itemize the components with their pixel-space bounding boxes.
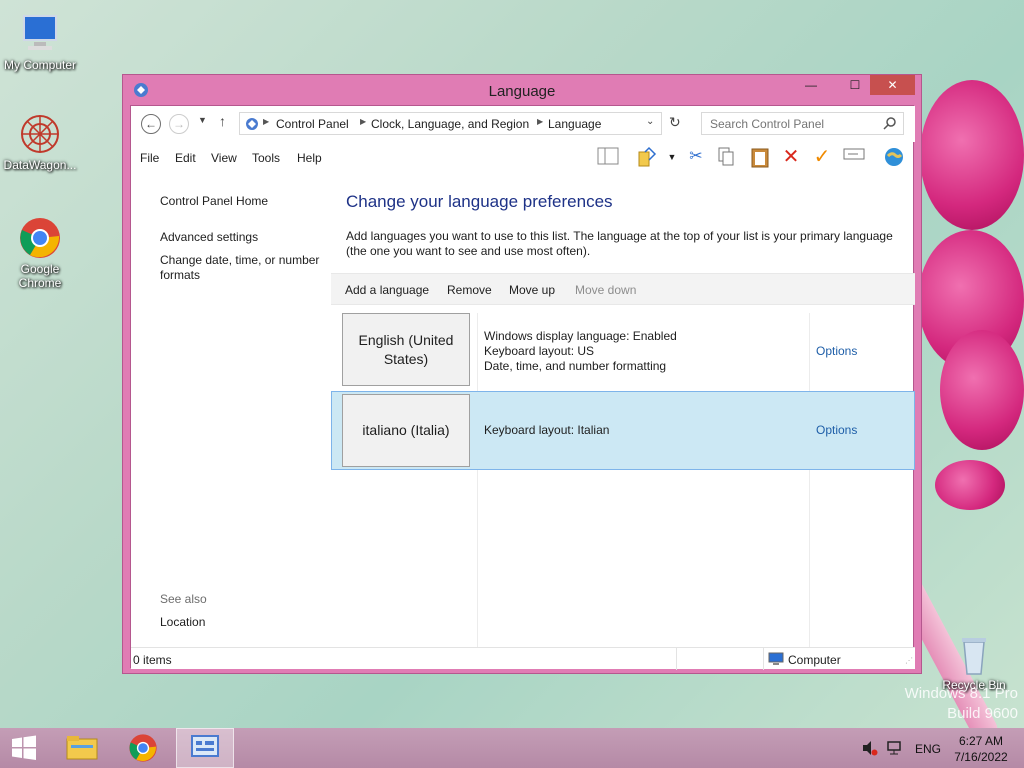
recycle-bin-icon: [952, 632, 996, 676]
breadcrumb-language[interactable]: Language: [548, 117, 601, 131]
remove-button[interactable]: Remove: [447, 283, 492, 297]
taskbar: ENG 6:27 AM 7/16/2022: [0, 728, 1024, 768]
language-indicator[interactable]: ENG: [915, 742, 941, 768]
taskbar-control-panel[interactable]: [176, 728, 234, 768]
language-tile-italiano[interactable]: italiano (Italia): [342, 394, 470, 467]
status-divider: [676, 648, 677, 670]
clock-date: 7/16/2022: [954, 750, 1008, 764]
minimize-button[interactable]: —: [799, 75, 823, 95]
menu-tools[interactable]: Tools: [252, 151, 280, 165]
computer-icon: [18, 12, 62, 56]
address-bar-row: ← → ▼ ↑ ▶ Control Panel ▶ Clock, Languag…: [131, 106, 915, 142]
language-detail: Keyboard layout: Italian: [484, 423, 610, 437]
maximize-button[interactable]: ☐: [843, 75, 867, 95]
datawagon-icon: [18, 112, 62, 156]
advanced-settings-link[interactable]: Advanced settings: [160, 230, 258, 245]
language-detail: Windows display language: Enabled: [484, 329, 677, 343]
cut-icon[interactable]: ✂: [685, 146, 707, 168]
status-bar: 0 items Computer ⋰: [131, 647, 915, 670]
control-panel-home-link[interactable]: Control Panel Home: [160, 194, 268, 209]
menu-edit[interactable]: Edit: [175, 151, 196, 165]
back-button[interactable]: ←: [141, 114, 161, 134]
status-location: Computer: [788, 653, 841, 667]
refresh-icon[interactable]: ↻: [669, 114, 681, 131]
windows-watermark: Windows 8.1 Pro Build 9600: [904, 685, 1018, 722]
status-item-count: 0 items: [133, 653, 172, 667]
breadcrumb-separator-icon[interactable]: ▶: [360, 117, 366, 126]
up-arrow-icon[interactable]: ↑: [219, 113, 226, 129]
chrome-icon: [129, 734, 157, 762]
language-window: Language — ☐ ✕ ← → ▼ ↑ ▶ Control Panel ▶…: [122, 74, 922, 674]
window-client: ← → ▼ ↑ ▶ Control Panel ▶ Clock, Languag…: [130, 105, 915, 670]
copy-icon[interactable]: [715, 146, 737, 168]
pane-toggle-icon[interactable]: [597, 146, 619, 168]
language-detail: Date, time, and number formatting: [484, 359, 667, 373]
command-bar: Add a language Remove Move up Move down: [331, 273, 915, 305]
delete-icon[interactable]: ✕: [780, 146, 802, 168]
computer-small-icon: [768, 652, 784, 669]
paste-icon[interactable]: [749, 146, 771, 168]
change-date-time-link[interactable]: Change date, time, or number formats: [160, 253, 325, 283]
menu-help[interactable]: Help: [297, 151, 322, 165]
left-pane: Control Panel Home Advanced settings Cha…: [131, 172, 331, 647]
add-language-button[interactable]: Add a language: [345, 283, 429, 297]
network-icon[interactable]: [886, 740, 902, 768]
language-detail: Keyboard layout: US: [484, 344, 595, 358]
clock[interactable]: 6:27 AM 7/16/2022: [950, 733, 1012, 768]
options-link-italiano[interactable]: Options: [816, 423, 857, 437]
see-also-title: See also: [160, 592, 207, 606]
clock-time: 6:27 AM: [958, 734, 1004, 748]
breadcrumb-separator-icon[interactable]: ▶: [263, 117, 269, 126]
language-tile-english[interactable]: English (United States): [342, 313, 470, 386]
rename-icon[interactable]: [843, 146, 865, 168]
folder-icon: [66, 736, 98, 760]
desktop-icon-my-computer[interactable]: My Computer: [0, 12, 80, 72]
menu-view[interactable]: View: [211, 151, 237, 165]
dropdown-arrow-icon[interactable]: ▼: [661, 146, 683, 168]
status-divider: [763, 648, 764, 670]
resize-grip-icon[interactable]: ⋰: [905, 656, 913, 665]
taskbar-file-explorer[interactable]: [53, 728, 111, 768]
desktop-icon-recycle-bin[interactable]: Recycle Bin: [934, 632, 1014, 692]
folder-check-icon[interactable]: [636, 146, 658, 168]
location-link[interactable]: Location: [160, 615, 205, 630]
volume-muted-icon[interactable]: [862, 740, 878, 768]
address-box[interactable]: ▶ Control Panel ▶ Clock, Language, and R…: [239, 112, 662, 135]
main-pane: Change your language preferences Add lan…: [331, 172, 915, 647]
move-up-button[interactable]: Move up: [509, 283, 555, 297]
language-row-italiano[interactable]: italiano (Italia) Keyboard layout: Itali…: [331, 391, 915, 470]
breadcrumb-clock-language-region[interactable]: Clock, Language, and Region: [371, 117, 529, 131]
options-link-english[interactable]: Options: [816, 344, 857, 358]
page-title: Change your language preferences: [346, 192, 613, 211]
chrome-icon: [18, 216, 62, 260]
windows-logo-icon: [12, 735, 36, 760]
search-box[interactable]: [701, 112, 904, 135]
breadcrumb-separator-icon[interactable]: ▶: [537, 117, 543, 126]
taskbar-chrome[interactable]: [114, 728, 172, 768]
desktop-icon-google-chrome[interactable]: Google Chrome: [0, 216, 80, 290]
desktop-icon-datawagon[interactable]: DataWagon...: [0, 112, 80, 172]
breadcrumb-control-panel[interactable]: Control Panel: [276, 117, 349, 131]
properties-icon[interactable]: ✓: [811, 146, 833, 168]
menu-file[interactable]: File: [140, 151, 159, 165]
menu-bar: File Edit View Tools Help ▼ ✂ ✕ ✓: [131, 142, 915, 172]
move-down-button[interactable]: Move down: [575, 283, 636, 297]
control-panel-small-icon: [244, 116, 260, 135]
forward-button[interactable]: →: [169, 114, 189, 134]
world-icon[interactable]: [883, 146, 905, 168]
page-description: Add languages you want to use to this li…: [346, 229, 893, 258]
address-dropdown-icon[interactable]: ⌄: [646, 116, 654, 127]
search-input[interactable]: [710, 114, 880, 134]
language-row-english[interactable]: English (United States) Windows display …: [331, 313, 915, 392]
control-panel-icon: [191, 735, 219, 757]
close-button[interactable]: ✕: [870, 75, 915, 95]
recent-pages-chevron-icon[interactable]: ▼: [198, 115, 207, 125]
title-bar[interactable]: Language — ☐ ✕: [123, 75, 921, 105]
start-button[interactable]: [0, 728, 48, 768]
search-icon[interactable]: [883, 116, 897, 133]
